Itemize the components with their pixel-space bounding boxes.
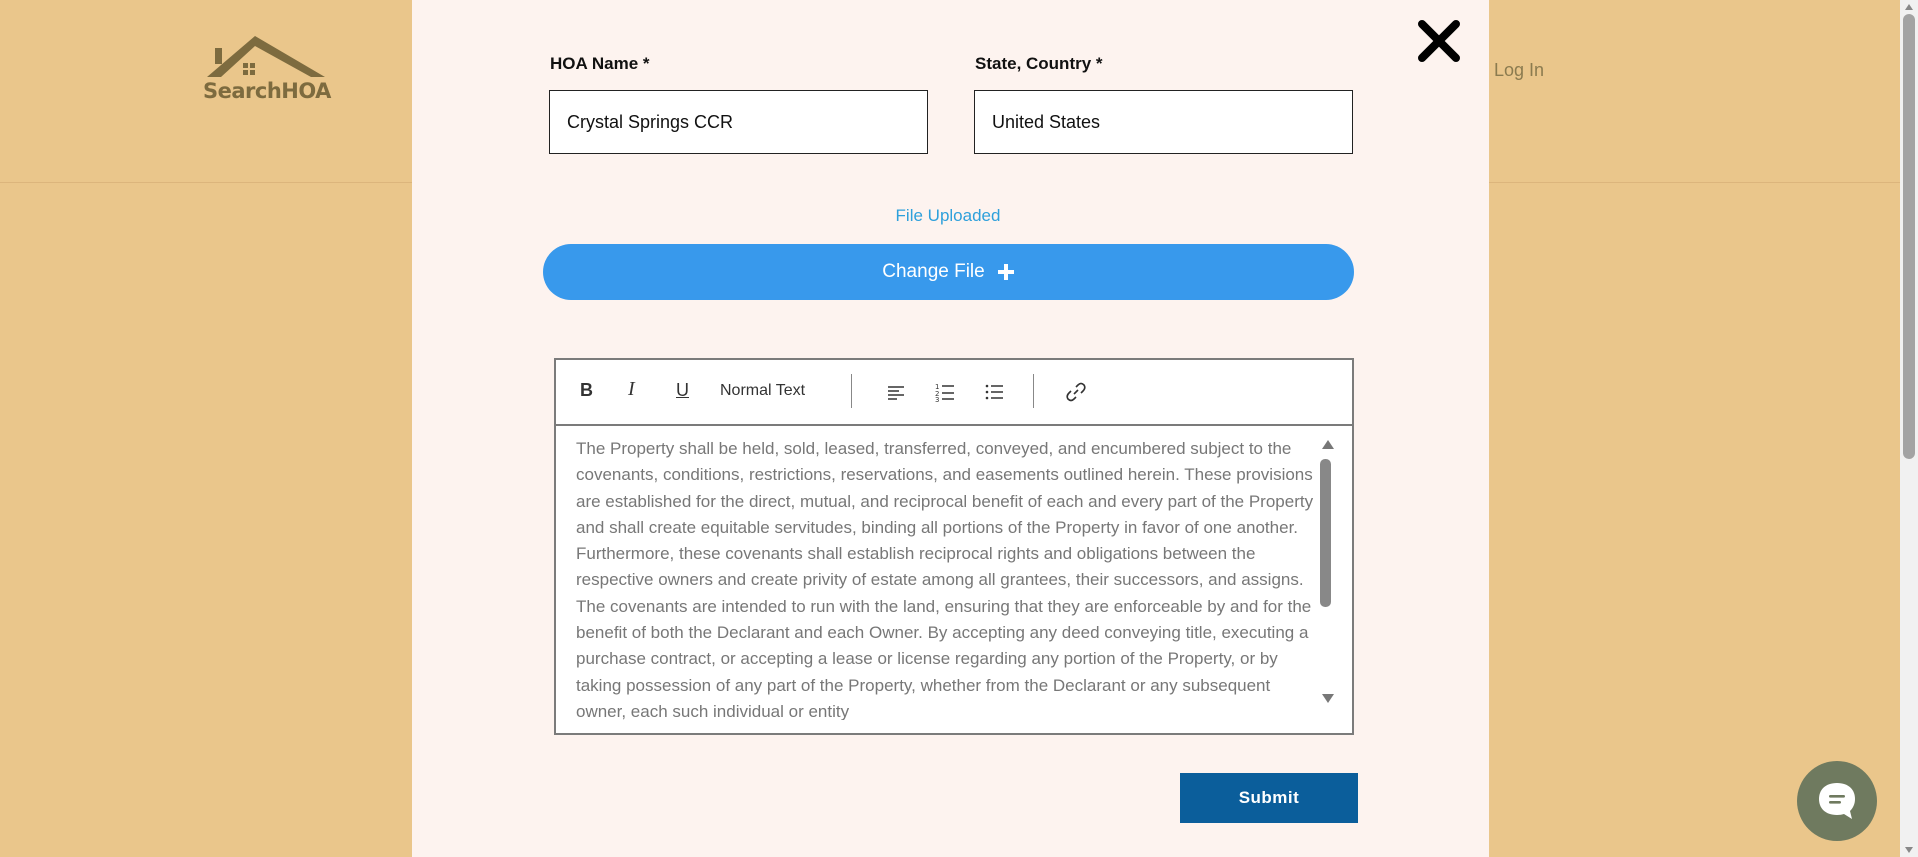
login-link[interactable]: Log In: [1494, 60, 1544, 81]
editor-toolbar: B I U Normal Text 1 2 3: [556, 360, 1352, 426]
state-country-input[interactable]: [974, 90, 1353, 154]
hoa-name-input[interactable]: [549, 90, 928, 154]
plus-icon: [997, 264, 1014, 280]
page-scrollbar[interactable]: [1900, 0, 1918, 857]
site-logo[interactable]: SearchHOA: [203, 32, 333, 107]
page-scroll-up-arrow[interactable]: [1905, 4, 1913, 10]
hoa-name-label: HOA Name *: [550, 54, 650, 73]
page-scroll-down-arrow[interactable]: [1905, 847, 1913, 853]
editor-scrollbar-thumb[interactable]: [1320, 459, 1331, 607]
state-country-label: State, Country *: [975, 54, 1103, 73]
toolbar-divider: [851, 374, 852, 408]
editor-scroll-down-arrow[interactable]: [1322, 694, 1334, 703]
close-icon[interactable]: [1416, 18, 1462, 64]
numbered-list-icon[interactable]: 1 2 3: [934, 381, 956, 403]
link-icon[interactable]: [1065, 381, 1087, 403]
text-style-dropdown[interactable]: Normal Text: [720, 382, 805, 400]
page-scrollbar-thumb[interactable]: [1903, 14, 1915, 459]
rich-text-editor[interactable]: B I U Normal Text 1 2 3 The Property sha…: [554, 358, 1354, 735]
italic-button[interactable]: I: [628, 378, 635, 401]
editor-scroll-up-arrow[interactable]: [1322, 440, 1334, 449]
toolbar-divider: [1033, 374, 1034, 408]
chat-icon: [1819, 783, 1855, 819]
logo-text: SearchHOA: [203, 79, 331, 103]
editor-content[interactable]: The Property shall be held, sold, leased…: [576, 436, 1316, 720]
bulleted-list-icon[interactable]: [983, 381, 1005, 403]
change-file-button[interactable]: Change File: [543, 244, 1354, 300]
underline-button[interactable]: U: [676, 380, 689, 401]
svg-text:3: 3: [935, 396, 939, 403]
align-left-icon[interactable]: [885, 381, 907, 403]
change-file-label: Change File: [882, 261, 985, 282]
file-uploaded-status: File Uploaded: [895, 206, 1001, 225]
house-logo-icon: [207, 36, 325, 77]
bold-button[interactable]: B: [580, 380, 593, 401]
chat-button[interactable]: [1797, 761, 1877, 841]
submit-button[interactable]: Submit: [1180, 773, 1358, 823]
